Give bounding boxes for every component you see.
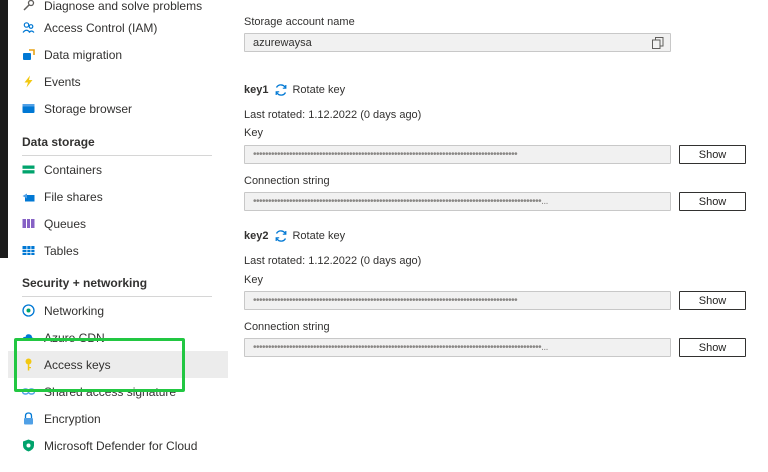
key2-key-value: ••••••••••••••••••••••••••••••••••••••••…	[253, 295, 518, 306]
sidebar-item-file-shares[interactable]: File shares	[8, 183, 228, 210]
containers-icon	[22, 163, 35, 176]
key2-connection-string-field[interactable]: ••••••••••••••••••••••••••••••••••••••••…	[244, 338, 671, 357]
sidebar-item-label: Shared access signature	[44, 384, 177, 399]
key1-last-rotated: Last rotated: 1.12.2022 (0 days ago)	[244, 109, 422, 121]
sidebar-item-label: Encryption	[44, 411, 101, 426]
sidebar-item-defender[interactable]: Microsoft Defender for Cloud	[8, 432, 228, 459]
key1-key-field[interactable]: ••••••••••••••••••••••••••••••••••••••••…	[244, 145, 671, 164]
rotate-key-label: Rotate key	[292, 230, 346, 242]
key1-connection-string-field[interactable]: ••••••••••••••••••••••••••••••••••••••••…	[244, 192, 671, 211]
sidebar-item-data-migration[interactable]: Data migration	[8, 41, 228, 68]
lightning-icon	[22, 75, 35, 88]
section-header-security: Security + networking	[22, 276, 212, 297]
sidebar-item-label: Data migration	[44, 47, 123, 62]
queues-icon	[22, 217, 35, 230]
key-icon	[22, 358, 35, 371]
shield-icon	[22, 439, 35, 452]
key2-header: key2 Rotate key	[244, 229, 345, 243]
sidebar-item-shared-access-signature[interactable]: Shared access signature	[8, 378, 228, 405]
networking-icon	[22, 304, 35, 317]
storage-account-value: azurewaysa	[253, 36, 312, 49]
storage-account-name-field[interactable]: azurewaysa	[244, 33, 671, 52]
key1-key-value: ••••••••••••••••••••••••••••••••••••••••…	[253, 149, 518, 160]
key1-header: key1 Rotate key	[244, 83, 345, 97]
key1-key-label: Key	[244, 127, 263, 139]
sidebar-item-label: Events	[44, 74, 81, 89]
sidebar-item-label: Microsoft Defender for Cloud	[44, 438, 198, 453]
sidebar-item-queues[interactable]: Queues	[8, 210, 228, 237]
people-icon	[22, 21, 35, 34]
key2-connection-string-show-button[interactable]: Show	[679, 338, 746, 357]
sidebar-item-label: Diagnose and solve problems	[44, 0, 203, 13]
key2-name: key2	[244, 230, 269, 242]
key2-key-show-button[interactable]: Show	[679, 291, 746, 310]
sidebar-item-networking[interactable]: Networking	[8, 297, 228, 324]
sidebar-item-tables[interactable]: Tables	[8, 237, 228, 264]
sidebar-item-label: File shares	[44, 189, 103, 204]
data-migration-icon	[22, 48, 35, 61]
sidebar: Diagnose and solve problems Access Contr…	[8, 0, 228, 472]
sidebar-item-label: Tables	[44, 243, 79, 258]
rotate-key2-button[interactable]: Rotate key	[274, 229, 345, 243]
key2-connection-string-value: ••••••••••••••••••••••••••••••••••••••••…	[253, 342, 548, 353]
link-icon	[22, 385, 35, 398]
key1-key-show-button[interactable]: Show	[679, 145, 746, 164]
sidebar-item-events[interactable]: Events	[8, 68, 228, 95]
sidebar-item-label: Networking	[44, 303, 105, 318]
left-edge-strip	[0, 0, 8, 258]
sidebar-item-label: Containers	[44, 162, 103, 177]
rotate-key1-button[interactable]: Rotate key	[274, 83, 345, 97]
storage-browser-icon	[22, 102, 35, 115]
key2-key-label: Key	[244, 274, 263, 286]
key1-connection-string-value: ••••••••••••••••••••••••••••••••••••••••…	[253, 196, 548, 207]
rotate-key-label: Rotate key	[292, 84, 346, 96]
sidebar-item-containers[interactable]: Containers	[8, 156, 228, 183]
rotate-icon	[276, 230, 287, 242]
sidebar-item-label: Access Control (IAM)	[44, 20, 158, 35]
sidebar-item-access-keys[interactable]: Access keys	[8, 351, 228, 378]
rotate-icon	[276, 84, 287, 96]
file-shares-icon	[22, 190, 35, 203]
tables-icon	[22, 244, 35, 257]
copy-icon[interactable]	[652, 37, 664, 51]
lock-icon	[22, 412, 35, 425]
key2-key-field[interactable]: ••••••••••••••••••••••••••••••••••••••••…	[244, 291, 671, 310]
sidebar-item-label: Queues	[44, 216, 87, 231]
key1-name: key1	[244, 84, 269, 96]
sidebar-item-encryption[interactable]: Encryption	[8, 405, 228, 432]
key1-connection-string-label: Connection string	[244, 175, 330, 187]
key1-connection-string-show-button[interactable]: Show	[679, 192, 746, 211]
sidebar-item-label: Azure CDN	[44, 330, 105, 345]
sidebar-item-label: Access keys	[44, 357, 111, 372]
sidebar-item-azure-cdn[interactable]: Azure CDN	[8, 324, 228, 351]
sidebar-item-label: Storage browser	[44, 101, 133, 116]
sidebar-item-storage-browser[interactable]: Storage browser	[8, 95, 228, 122]
sidebar-item-access-control[interactable]: Access Control (IAM)	[8, 14, 228, 41]
key2-last-rotated: Last rotated: 1.12.2022 (0 days ago)	[244, 255, 422, 267]
wrench-icon	[22, 0, 35, 12]
access-keys-panel: Storage account name azurewaysa key1 Rot…	[244, 0, 764, 472]
key2-connection-string-label: Connection string	[244, 321, 330, 333]
cloud-icon	[22, 331, 35, 344]
section-header-data-storage: Data storage	[22, 135, 212, 156]
storage-account-label: Storage account name	[244, 16, 355, 28]
